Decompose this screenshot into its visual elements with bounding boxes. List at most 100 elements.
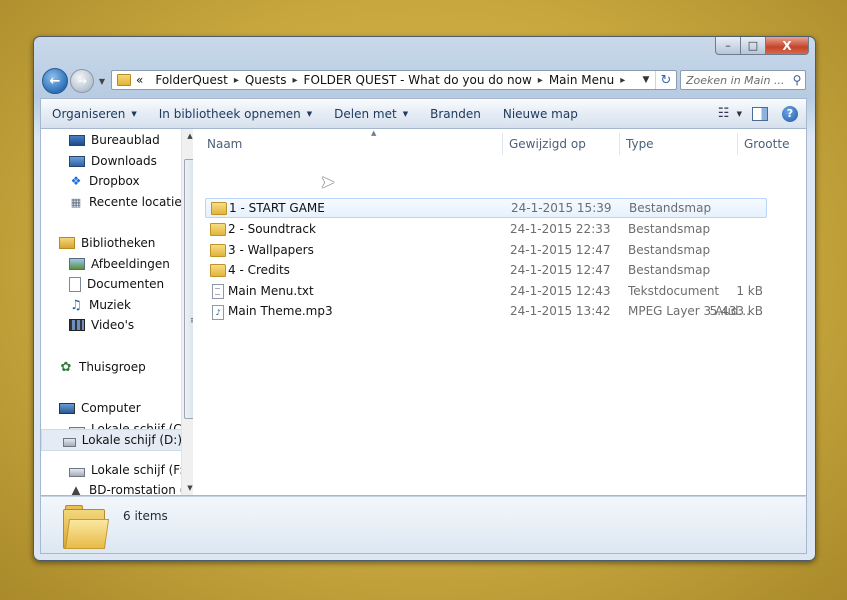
close-button[interactable]: X — [766, 37, 809, 55]
nav-item-documents[interactable]: Documenten — [69, 274, 164, 294]
command-bar: Organiseren ▼ In bibliotheek opnemen ▼ Del… — [40, 98, 807, 128]
breadcrumb-quests[interactable]: Quests — [245, 73, 287, 87]
minimize-button[interactable]: – — [715, 37, 741, 55]
column-header-label: Gewijzigd op — [509, 137, 586, 151]
folder-icon — [210, 264, 226, 277]
scroll-up-arrow-icon[interactable]: ▲ — [182, 129, 193, 143]
preview-pane-icon[interactable] — [752, 106, 768, 121]
nav-item-computer[interactable]: Computer — [59, 398, 141, 418]
desktop-icon — [69, 134, 85, 146]
file-modified: 24-1-2015 12:43 — [510, 284, 611, 298]
scroll-thumb[interactable]: ≡ — [184, 159, 193, 419]
share-with-menu[interactable]: Delen met ▼ — [323, 107, 419, 121]
nav-item-drive-f[interactable]: Lokale schijf (F:) — [69, 460, 188, 480]
optical-drive-icon: ▲ — [71, 483, 81, 495]
breadcrumb-arrow-icon[interactable]: ▸ — [234, 75, 239, 86]
nav-item-bd-drive[interactable]: ▲ BD-romstation (G — [69, 480, 193, 495]
file-type: Bestandsmap — [628, 222, 711, 236]
computer-icon — [59, 402, 75, 414]
nav-item-drive-d[interactable]: Lokale schijf (D:) — [41, 429, 183, 451]
pictures-icon — [69, 258, 85, 270]
navigation-buttons: ← → ▼ — [42, 68, 108, 94]
music-icon: ♫ — [70, 297, 82, 313]
chevron-down-icon: ▼ — [98, 76, 106, 86]
scroll-down-arrow-icon[interactable]: ▼ — [182, 481, 193, 495]
breadcrumb-arrow-icon[interactable]: ▸ — [293, 75, 298, 86]
file-row[interactable]: 4 - Credits 24-1-2015 12:47 Bestandsmap — [205, 260, 767, 280]
command-bar-right: ☷ ▼ ? — [715, 105, 806, 122]
column-header-size[interactable]: Grootte — [738, 133, 808, 155]
nav-item-downloads[interactable]: Downloads — [69, 151, 157, 171]
file-row[interactable]: 1 - START GAME 24-1-2015 15:39 Bestandsm… — [205, 198, 767, 218]
burn-label: Branden — [430, 106, 481, 121]
file-size: 5.433 kB — [709, 304, 763, 318]
search-icon[interactable]: ⚲ — [789, 73, 805, 87]
drive-f-icon — [69, 467, 85, 477]
folder-icon — [63, 505, 110, 549]
arrow-right-icon: → — [76, 74, 88, 88]
search-input[interactable]: Zoeken in Main ... ⚲ — [680, 70, 806, 90]
file-name: Main Theme.mp3 — [228, 304, 333, 318]
folder-icon — [210, 244, 226, 257]
file-modified: 24-1-2015 22:33 — [510, 222, 611, 236]
documents-icon — [69, 276, 81, 292]
nav-item-recent-places[interactable]: ▦ Recente locaties — [69, 192, 188, 212]
nav-item-label: Lokale schijf (F:) — [91, 463, 188, 477]
mouse-cursor-icon: ➤ — [320, 172, 336, 193]
file-size: 1 kB — [736, 284, 763, 298]
file-name: 3 - Wallpapers — [228, 243, 314, 257]
breadcrumb-folderquest[interactable]: FolderQuest — [155, 73, 227, 87]
nav-item-label: Bureaublad — [91, 133, 160, 147]
nav-item-pictures[interactable]: Afbeeldingen — [69, 254, 170, 274]
include-in-library-menu[interactable]: In bibliotheek opnemen ▼ — [148, 107, 323, 121]
view-options-dropdown[interactable]: ▼ — [737, 110, 742, 118]
nav-item-desktop[interactable]: Bureaublad — [69, 130, 160, 150]
item-count: 6 items — [123, 509, 168, 523]
search-placeholder: Zoeken in Main ... — [686, 73, 785, 87]
file-row[interactable]: 3 - Wallpapers 24-1-2015 12:47 Bestandsm… — [205, 240, 767, 260]
maximize-button[interactable]: □ — [741, 37, 766, 55]
arrow-left-icon: ← — [49, 73, 61, 89]
organise-menu[interactable]: Organiseren ▼ — [41, 107, 148, 121]
column-header-type[interactable]: Type — [620, 133, 738, 155]
nav-item-dropbox[interactable]: ❖ Dropbox — [69, 171, 140, 191]
nav-item-music[interactable]: ♫ Muziek — [69, 295, 131, 315]
help-icon[interactable]: ? — [782, 105, 798, 122]
refresh-icon: ↻ — [660, 72, 672, 88]
view-options-icon[interactable]: ☷ — [715, 106, 733, 121]
file-row[interactable]: 2 - Soundtrack 24-1-2015 22:33 Bestandsm… — [205, 219, 767, 239]
nav-item-libraries[interactable]: Bibliotheken — [59, 233, 155, 253]
libraries-icon — [59, 237, 75, 249]
breadcrumb-folder-quest[interactable]: FOLDER QUEST - What do you do now — [304, 73, 532, 87]
file-modified: 24-1-2015 12:47 — [510, 243, 611, 257]
address-bar[interactable]: « FolderQuest ▸ Quests ▸ FOLDER QUEST - … — [111, 70, 677, 90]
recent-pages-button[interactable]: ▼ — [96, 70, 108, 92]
caption-buttons: – □ X — [715, 37, 809, 55]
file-name: 2 - Soundtrack — [228, 222, 316, 236]
nav-scrollbar[interactable]: ▲ ≡ ▼ — [181, 129, 193, 495]
nav-section-label: Thuisgroep — [79, 360, 146, 374]
column-header-name[interactable]: Naam — [201, 133, 503, 155]
audio-file-icon: ♪ — [212, 305, 224, 320]
breadcrumb-arrow-icon[interactable]: ▸ — [538, 75, 543, 86]
nav-item-homegroup[interactable]: ✿ Thuisgroep — [59, 357, 146, 377]
breadcrumb-arrow-icon[interactable]: ▸ — [620, 75, 625, 86]
nav-item-label: Muziek — [89, 298, 131, 312]
column-header-modified[interactable]: Gewijzigd op — [503, 133, 620, 155]
overflow-chevron[interactable]: « — [136, 73, 143, 87]
nav-item-label: Documenten — [87, 277, 165, 291]
new-folder-button[interactable]: Nieuwe map — [492, 107, 589, 121]
address-dropdown-button[interactable]: ▼ — [637, 75, 655, 85]
nav-item-label: Video's — [91, 318, 135, 332]
burn-button[interactable]: Branden — [419, 107, 492, 121]
file-row[interactable]: Main Menu.txt 24-1-2015 12:43 Tekstdocum… — [205, 281, 767, 301]
forward-button[interactable]: → — [70, 69, 94, 93]
organise-label: Organiseren — [52, 106, 126, 121]
nav-item-videos[interactable]: Video's — [69, 315, 134, 335]
column-header-label: Type — [626, 137, 654, 151]
breadcrumb-main-menu[interactable]: Main Menu — [549, 73, 614, 87]
include-library-label: In bibliotheek opnemen — [158, 106, 301, 121]
refresh-button[interactable]: ↻ — [655, 71, 676, 89]
back-button[interactable]: ← — [42, 68, 68, 94]
file-row[interactable]: ♪ Main Theme.mp3 24-1-2015 13:42 MPEG La… — [205, 301, 767, 321]
